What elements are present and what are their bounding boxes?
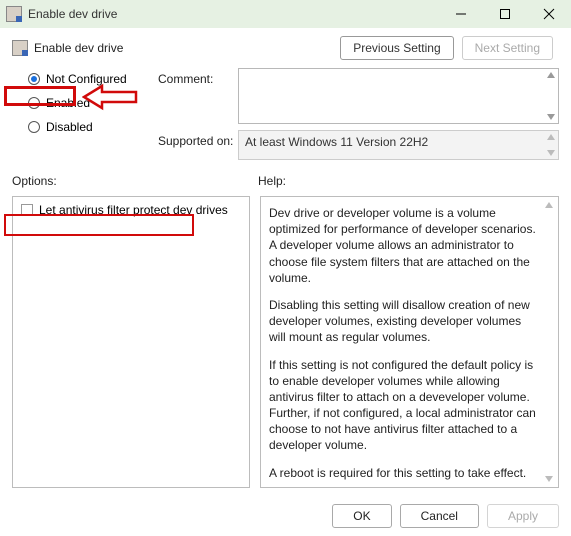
title-bar: Enable dev drive	[0, 0, 571, 28]
help-text: Dev drive or developer volume is a volum…	[269, 205, 538, 286]
policy-icon	[12, 40, 28, 56]
help-text: Disabling this setting will disallow cre…	[269, 297, 538, 346]
scroll-up-icon[interactable]	[544, 131, 558, 143]
radio-icon	[28, 97, 40, 109]
cancel-button[interactable]: Cancel	[400, 504, 479, 528]
ok-button[interactable]: OK	[332, 504, 391, 528]
radio-label: Not Configured	[46, 72, 127, 86]
scroll-down-icon[interactable]	[542, 473, 556, 485]
radio-enabled[interactable]: Enabled	[28, 92, 158, 114]
comment-textbox[interactable]	[238, 68, 559, 124]
scroll-down-icon[interactable]	[544, 147, 558, 159]
radio-not-configured[interactable]: Not Configured	[28, 68, 158, 90]
scroll-up-icon[interactable]	[544, 69, 558, 81]
window-title: Enable dev drive	[28, 7, 439, 21]
help-text: If this setting is not configured the de…	[269, 357, 538, 454]
antivirus-option[interactable]: Let antivirus filter protect dev drives	[13, 197, 249, 223]
checkbox-icon	[21, 204, 33, 216]
policy-title: Enable dev drive	[34, 41, 340, 55]
apply-button[interactable]: Apply	[487, 504, 559, 528]
supported-on-label: Supported on:	[158, 130, 238, 148]
supported-on-value: At least Windows 11 Version 22H2	[238, 130, 559, 160]
radio-icon	[28, 121, 40, 133]
options-label: Options:	[12, 174, 57, 188]
radio-label: Enabled	[46, 96, 90, 110]
next-setting-button[interactable]: Next Setting	[462, 36, 553, 60]
options-panel: Let antivirus filter protect dev drives	[12, 196, 250, 488]
radio-label: Disabled	[46, 120, 93, 134]
close-button[interactable]	[527, 0, 571, 28]
radio-disabled[interactable]: Disabled	[28, 116, 158, 138]
checkbox-label: Let antivirus filter protect dev drives	[39, 203, 228, 217]
app-icon	[6, 6, 22, 22]
previous-setting-button[interactable]: Previous Setting	[340, 36, 453, 60]
maximize-button[interactable]	[483, 0, 527, 28]
help-label: Help:	[258, 174, 286, 188]
help-panel: Dev drive or developer volume is a volum…	[260, 196, 559, 488]
comment-label: Comment:	[158, 68, 238, 86]
minimize-button[interactable]	[439, 0, 483, 28]
scroll-down-icon[interactable]	[544, 111, 558, 123]
scroll-up-icon[interactable]	[542, 199, 556, 211]
radio-icon	[28, 73, 40, 85]
help-text: A reboot is required for this setting to…	[269, 465, 538, 481]
